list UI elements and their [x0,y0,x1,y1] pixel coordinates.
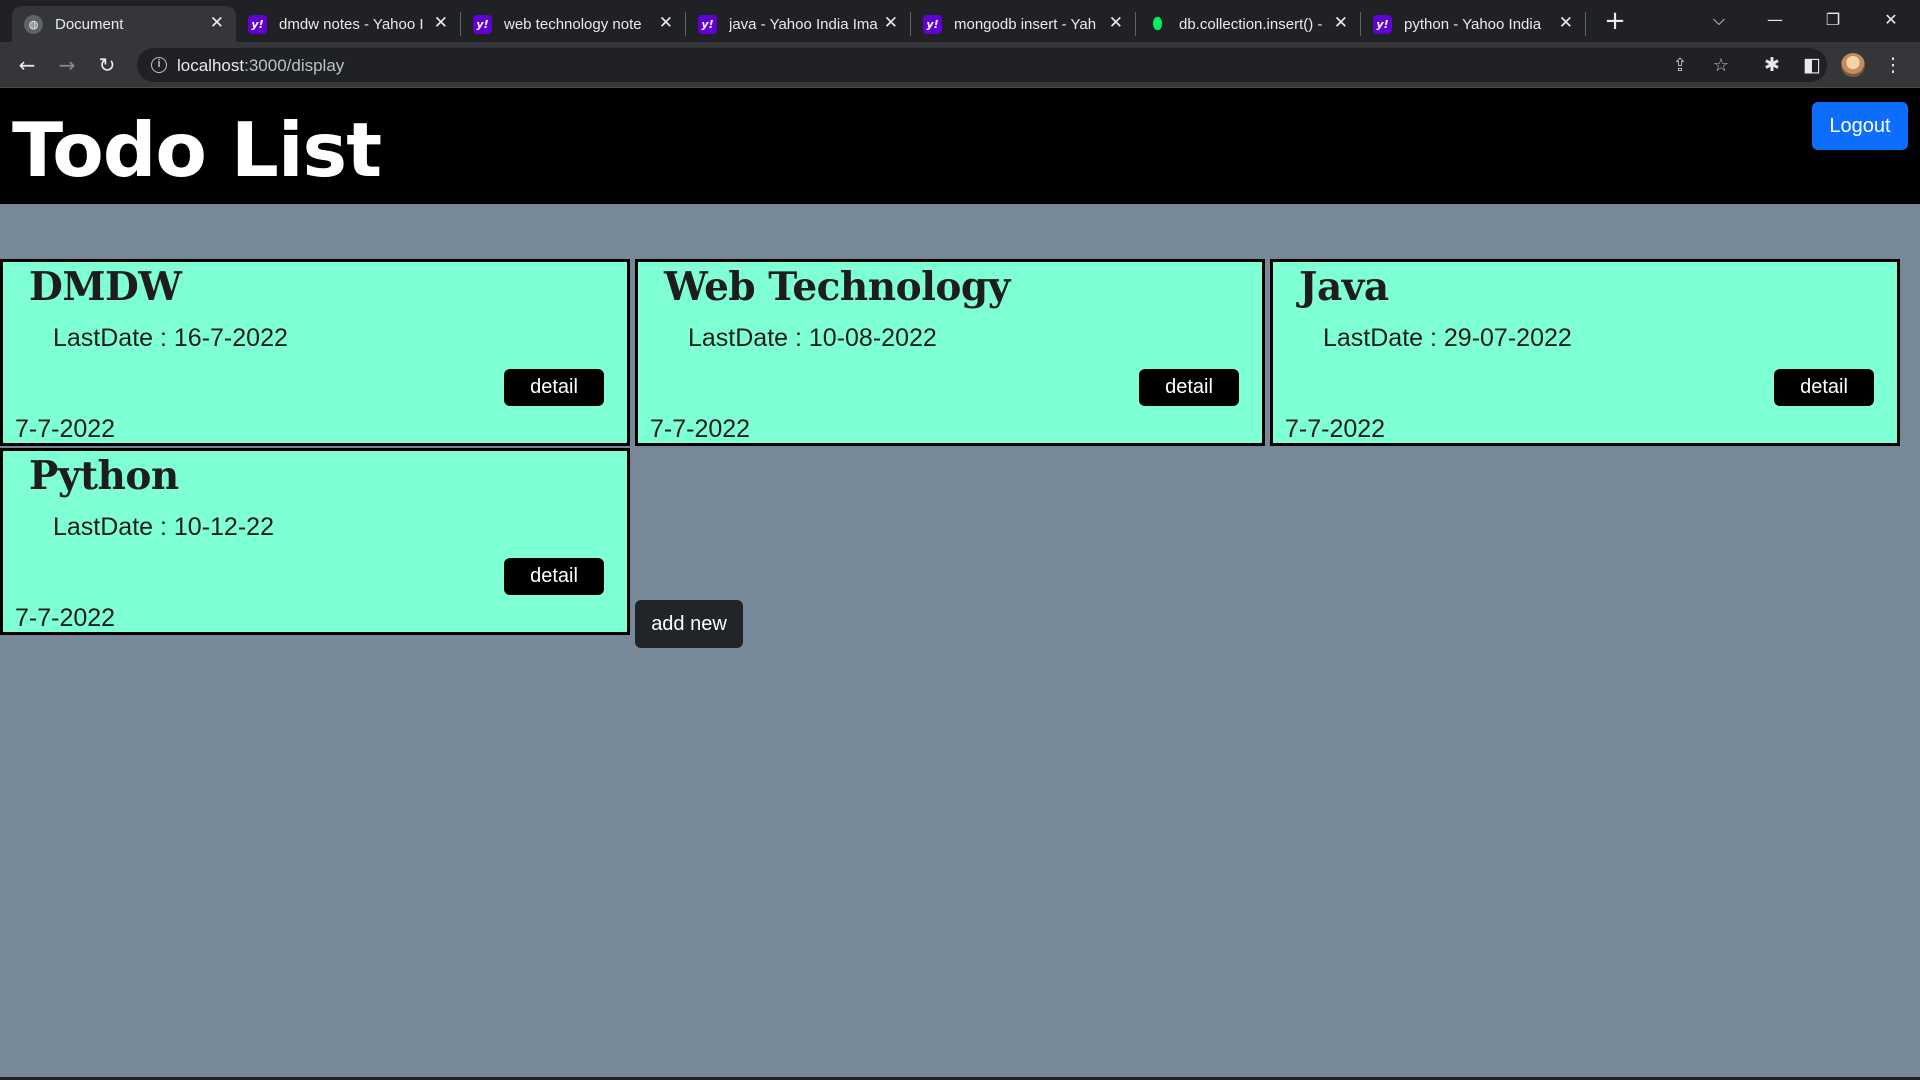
todo-created-date: 7-7-2022 [650,415,751,443]
todo-created-date: 7-7-2022 [15,415,116,443]
logout-button[interactable]: Logout [1812,102,1908,150]
browser-tab-dmdw-notes[interactable]: y! dmdw notes - Yahoo I ✕ [236,6,460,42]
avatar[interactable] [1841,53,1865,77]
add-new-button[interactable]: add new [635,600,743,648]
tab-search-chevron-icon[interactable]: ⌵ [1696,4,1742,36]
browser-tab-mongodb-insert[interactable]: y! mongodb insert - Yah ✕ [911,6,1135,42]
todo-last-date: LastDate : 10-08-2022 [688,324,937,352]
minimize-icon[interactable]: — [1752,4,1798,36]
star-icon[interactable]: ☆ [1710,55,1732,77]
yahoo-icon: y! [698,14,717,34]
yahoo-icon: y! [1373,14,1392,34]
tab-title: dmdw notes - Yahoo I [279,15,424,33]
address-url[interactable]: localhost:3000/display [177,56,344,76]
side-panel-icon[interactable]: ◧ [1799,52,1825,78]
browser-tab-strip: ◍ Document ✕ y! dmdw notes - Yahoo I ✕ y… [0,0,1920,42]
todo-title: Web Technology [664,264,1010,310]
tab-close-icon[interactable]: ✕ [1109,13,1123,33]
restore-icon[interactable]: ❐ [1810,4,1856,36]
tab-title: python - Yahoo India [1404,15,1542,33]
detail-button[interactable]: detail [1139,369,1239,406]
share-icon[interactable]: ⇪ [1669,55,1691,77]
site-info-icon[interactable]: i [151,57,167,73]
tab-close-icon[interactable]: ✕ [1334,13,1348,33]
detail-button[interactable]: detail [1774,369,1874,406]
todo-card-python: Python LastDate : 10-12-22 detail 7-7-20… [0,448,630,635]
browser-tab-python[interactable]: y! python - Yahoo India ✕ [1361,6,1585,42]
browser-tab-web-technology[interactable]: y! web technology note ✕ [461,6,685,42]
tab-close-icon[interactable]: ✕ [434,13,448,33]
todo-last-date: LastDate : 10-12-22 [53,513,274,541]
puzzle-icon[interactable]: ✱ [1759,52,1785,78]
todo-created-date: 7-7-2022 [15,604,116,632]
url-path: :3000/display [244,56,345,75]
todo-created-date: 7-7-2022 [1285,415,1386,443]
todo-card-java: Java LastDate : 29-07-2022 detail 7-7-20… [1270,259,1900,446]
browser-tab-db-collection-insert[interactable]: ⬮ db.collection.insert() - ✕ [1136,6,1360,42]
close-window-icon[interactable]: ✕ [1868,4,1914,36]
forward-arrow-icon[interactable]: → [52,50,82,80]
tab-close-icon[interactable]: ✕ [1559,13,1573,33]
url-host: localhost [177,56,245,75]
todo-card-web-technology: Web Technology LastDate : 10-08-2022 det… [635,259,1265,446]
tab-close-icon[interactable]: ✕ [884,13,898,33]
todo-card-dmdw: DMDW LastDate : 16-7-2022 detail 7-7-202… [0,259,630,446]
browser-toolbar: ← → ↻ i localhost:3000/display ⇪ ☆ ✱ ◧ ⋮ [0,42,1920,88]
browser-tab-document[interactable]: ◍ Document ✕ [12,6,236,42]
mongodb-leaf-icon: ⬮ [1152,14,1163,33]
page-title: Todo List [12,106,382,194]
tab-title: mongodb insert - Yah [954,15,1097,33]
globe-icon: ◍ [24,14,43,34]
detail-button[interactable]: detail [504,558,604,595]
tab-title: db.collection.insert() - [1179,15,1323,33]
tab-close-icon[interactable]: ✕ [210,13,224,33]
kebab-menu-icon[interactable]: ⋮ [1880,52,1906,78]
todo-last-date: LastDate : 16-7-2022 [53,324,288,352]
todo-title: DMDW [29,264,182,310]
todo-title: Java [1299,264,1389,310]
reload-icon[interactable]: ↻ [92,50,122,80]
tab-title: web technology note [504,15,642,33]
todo-last-date: LastDate : 29-07-2022 [1323,324,1572,352]
browser-tab-java[interactable]: y! java - Yahoo India Ima ✕ [686,6,910,42]
yahoo-icon: y! [248,14,267,34]
back-arrow-icon[interactable]: ← [12,50,42,80]
new-tab-plus-icon[interactable]: + [1600,6,1630,36]
detail-button[interactable]: detail [504,369,604,406]
tab-title: Document [55,15,124,33]
yahoo-icon: y! [923,14,942,34]
page-header: Todo List Logout [0,88,1920,204]
tab-title: java - Yahoo India Ima [729,15,878,33]
address-bar[interactable]: i localhost:3000/display ⇪ ☆ [137,48,1827,82]
tab-separator [1585,12,1586,36]
tab-close-icon[interactable]: ✕ [659,13,673,33]
yahoo-icon: y! [473,14,492,34]
todo-title: Python [29,453,179,499]
